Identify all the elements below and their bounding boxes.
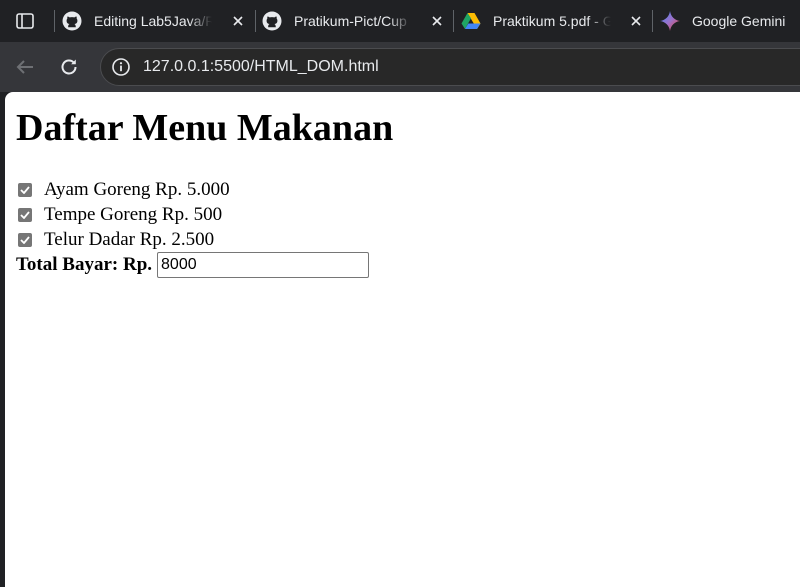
- menu-item-label: Telur Dadar Rp. 2.500: [44, 229, 215, 250]
- tab-editing-lab5java[interactable]: Editing Lab5Java/R: [62, 0, 252, 42]
- menu-item: Tempe Goreng Rp. 500: [18, 204, 222, 226]
- menu-item: Telur Dadar Rp. 2.500: [18, 229, 214, 251]
- page-title: Daftar Menu Makanan: [16, 107, 394, 149]
- tab-close-icon[interactable]: [628, 13, 644, 29]
- page-viewport: Daftar Menu Makanan Ayam Goreng Rp. 5.00…: [5, 92, 800, 587]
- tab-close-icon[interactable]: [230, 13, 246, 29]
- total-label: Total Bayar: Rp.: [16, 254, 153, 275]
- tab-praktikum-pdf[interactable]: Praktikum 5.pdf - G: [461, 0, 650, 42]
- tab-pratikum-pict[interactable]: Pratikum-Pict/Cup: [262, 0, 451, 42]
- total-row: Total Bayar: Rp.: [16, 252, 370, 278]
- tab-actions-icon[interactable]: [10, 6, 40, 36]
- menu-item: Ayam Goreng Rp. 5.000: [18, 179, 230, 201]
- browser-toolbar: 127.0.0.1:5500/HTML_DOM.html: [0, 42, 800, 92]
- address-bar[interactable]: 127.0.0.1:5500/HTML_DOM.html: [100, 48, 800, 86]
- tab-close-icon[interactable]: [429, 13, 445, 29]
- site-info-icon[interactable]: [111, 57, 131, 77]
- menu-item-checkbox[interactable]: [18, 233, 32, 247]
- back-icon[interactable]: [10, 52, 40, 82]
- tab-separator: [652, 10, 653, 32]
- total-input[interactable]: [157, 252, 370, 278]
- tab-title: Pratikum-Pict/Cup: [294, 13, 407, 29]
- url-text: 127.0.0.1:5500/HTML_DOM.html: [143, 58, 379, 75]
- tab-separator: [54, 10, 55, 32]
- tab-google-gemini[interactable]: Google Gemini: [660, 0, 800, 42]
- github-icon: [262, 11, 282, 31]
- menu-item-checkbox[interactable]: [18, 208, 32, 222]
- menu-item-label: Ayam Goreng Rp. 5.000: [44, 179, 230, 200]
- tab-strip: Editing Lab5Java/R Pratikum-Pict/Cup Pra…: [0, 0, 800, 42]
- tab-title: Editing Lab5Java/R: [94, 13, 212, 29]
- gemini-icon: [660, 11, 680, 31]
- menu-item-checkbox[interactable]: [18, 183, 32, 197]
- github-icon: [62, 11, 82, 31]
- menu-item-label: Tempe Goreng Rp. 500: [44, 204, 223, 225]
- google-drive-icon: [461, 11, 481, 31]
- reload-icon[interactable]: [54, 52, 84, 82]
- tab-separator: [255, 10, 256, 32]
- tab-separator: [453, 10, 454, 32]
- tab-title: Praktikum 5.pdf - G: [493, 13, 611, 29]
- tab-title: Google Gemini: [692, 13, 786, 29]
